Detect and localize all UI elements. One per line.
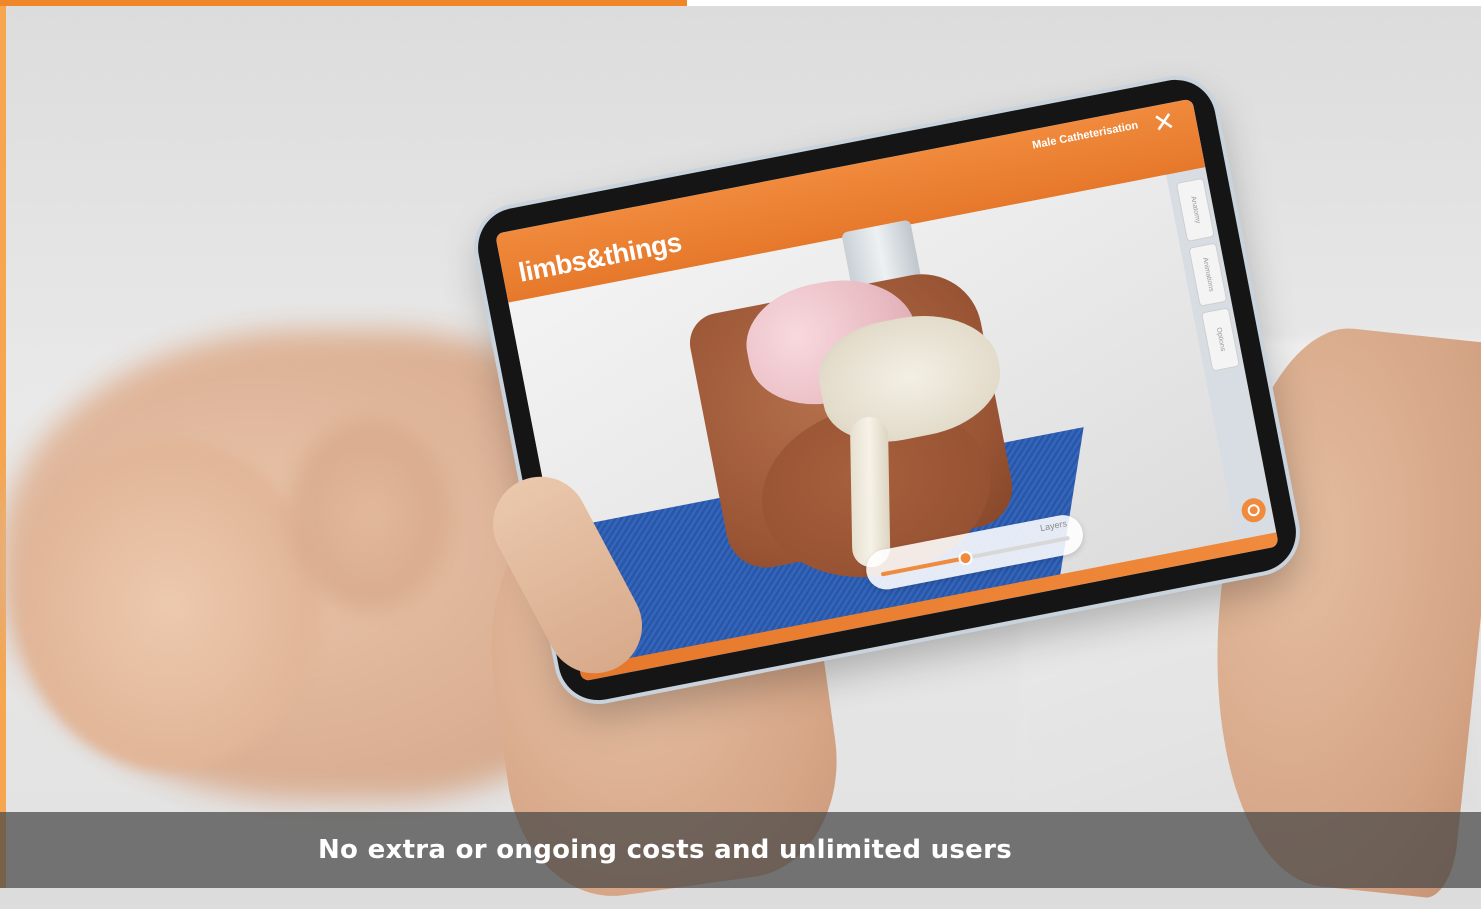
layers-slider-fill	[880, 556, 967, 577]
left-accent-border	[0, 0, 6, 888]
close-icon[interactable]: ✕	[1148, 105, 1181, 139]
background-mannequin-ear	[290, 420, 450, 610]
femur-model	[849, 416, 891, 568]
tab-animations[interactable]: Animations	[1188, 242, 1228, 307]
tab-anatomy-label: Anatomy	[1189, 195, 1202, 225]
video-progress-track[interactable]	[0, 0, 1481, 6]
layers-label: Layers	[1039, 518, 1068, 534]
tab-anatomy[interactable]: Anatomy	[1175, 177, 1215, 242]
video-progress-fill	[0, 0, 688, 6]
caption-bar: No extra or ongoing costs and unlimited …	[0, 812, 1481, 888]
caption-text: No extra or ongoing costs and unlimited …	[318, 835, 1013, 865]
tab-options-label: Options	[1214, 326, 1227, 352]
tab-animations-label: Animations	[1201, 256, 1215, 293]
background-mannequin-end	[20, 440, 320, 770]
layers-slider-thumb[interactable]	[957, 549, 975, 567]
target-icon[interactable]	[1239, 496, 1268, 525]
tab-options[interactable]: Options	[1201, 307, 1240, 372]
